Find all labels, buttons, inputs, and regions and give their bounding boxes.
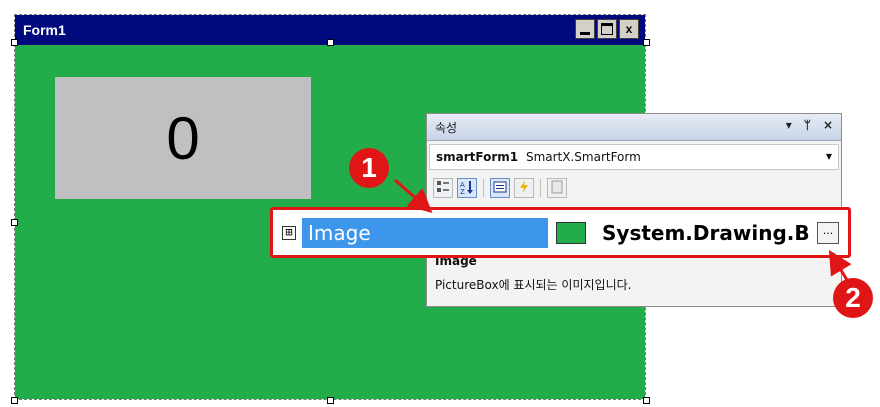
resize-handle-bottom-right[interactable] (643, 397, 650, 404)
description-text: PictureBox에 표시되는 이미지입니다. (435, 278, 632, 292)
callout-badge-2: 2 (833, 278, 873, 318)
properties-header: 속성 ▾ ᛘ × (427, 114, 841, 141)
color-swatch (556, 221, 586, 244)
categorized-icon[interactable] (433, 178, 453, 198)
minimize-button[interactable] (575, 19, 595, 39)
maximize-icon (601, 23, 613, 35)
counter-display[interactable]: 0 (55, 77, 311, 199)
properties-title: 속성 (435, 121, 458, 135)
close-icon: x (625, 22, 633, 36)
expand-icon[interactable]: ⊞ (282, 225, 296, 240)
toolbar-separator (540, 179, 541, 197)
window-buttons: x (575, 19, 639, 39)
image-property-row[interactable]: ⊞ Image System.Drawing.Bitr ... (278, 215, 843, 250)
pin-icon[interactable]: ᛘ (804, 118, 811, 132)
maximize-button[interactable] (597, 19, 617, 39)
property-value-cell[interactable]: System.Drawing.Bitr ... (550, 217, 843, 248)
highlighted-property-row: ⊞ Image System.Drawing.Bitr ... (270, 207, 851, 258)
properties-toolbar: AZ (433, 176, 567, 200)
property-value: System.Drawing.Bitr (602, 220, 810, 245)
properties-icon[interactable] (490, 178, 510, 198)
properties-header-icons: ▾ ᛘ × (786, 118, 833, 132)
counter-value: 0 (166, 104, 200, 172)
resize-handle-bottom-left[interactable] (11, 397, 18, 404)
property-pages-icon[interactable] (547, 178, 567, 198)
chevron-down-icon: ▼ (825, 152, 832, 161)
callout-badge-1: 1 (349, 148, 389, 188)
minimize-icon (580, 32, 590, 35)
alphabetical-icon[interactable]: AZ (457, 178, 477, 198)
events-icon[interactable] (514, 178, 534, 198)
resize-handle-top-left[interactable] (11, 39, 18, 46)
object-selector[interactable]: smartForm1 SmartX.SmartForm ▼ (429, 144, 839, 170)
object-name: smartForm1 (436, 150, 519, 164)
resize-handle-top-right[interactable] (643, 39, 650, 46)
resize-handle-top[interactable] (327, 39, 334, 46)
window-title: Form1 (23, 22, 66, 38)
property-name-image[interactable]: Image (302, 217, 548, 248)
ellipsis-button[interactable]: ... (817, 221, 839, 244)
close-icon[interactable]: × (823, 118, 833, 132)
resize-handle-bottom[interactable] (327, 397, 334, 404)
dropdown-icon[interactable]: ▾ (786, 118, 792, 132)
resize-handle-left[interactable] (11, 219, 18, 226)
object-type: SmartX.SmartForm (525, 150, 641, 164)
close-button[interactable]: x (619, 19, 639, 39)
toolbar-separator (483, 179, 484, 197)
svg-text:Z: Z (460, 188, 465, 195)
